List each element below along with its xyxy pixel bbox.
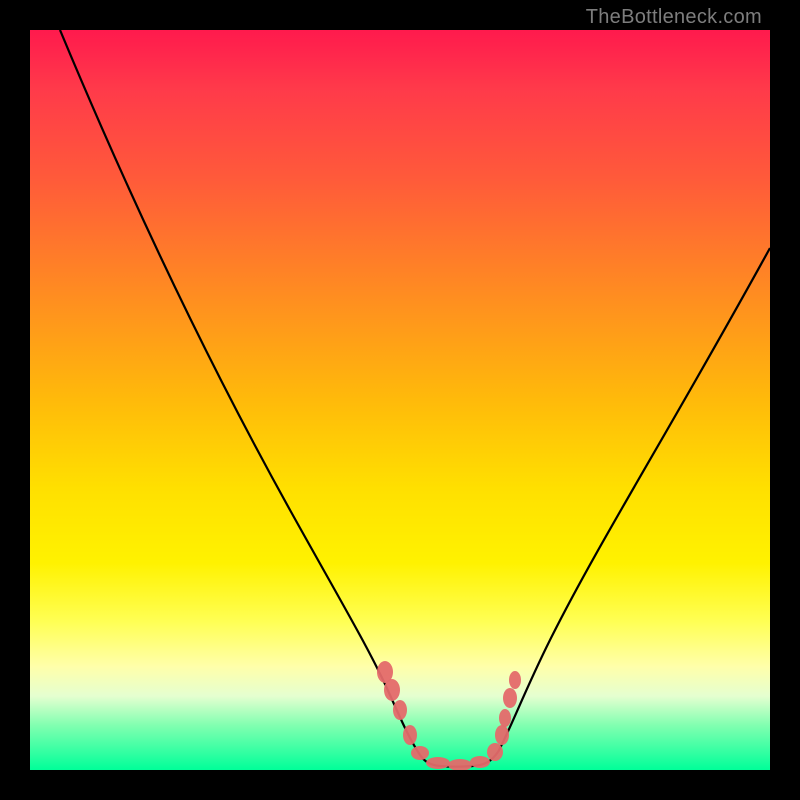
plot-area	[30, 30, 770, 770]
marker-point	[499, 709, 511, 727]
marker-point	[411, 746, 429, 760]
marker-point	[426, 757, 450, 769]
chart-svg	[30, 30, 770, 770]
marker-point	[403, 725, 417, 745]
marker-point	[384, 679, 400, 701]
marker-point	[393, 700, 407, 720]
watermark-text: TheBottleneck.com	[586, 6, 762, 29]
marker-point	[503, 688, 517, 708]
right-curve-path	[498, 248, 770, 752]
marker-point	[448, 759, 472, 770]
left-curve-path	[60, 30, 420, 755]
marker-point	[509, 671, 521, 689]
marker-point	[495, 725, 509, 745]
marker-point	[470, 756, 490, 768]
chart-container: TheBottleneck.com	[0, 0, 800, 800]
marker-point	[487, 743, 503, 761]
